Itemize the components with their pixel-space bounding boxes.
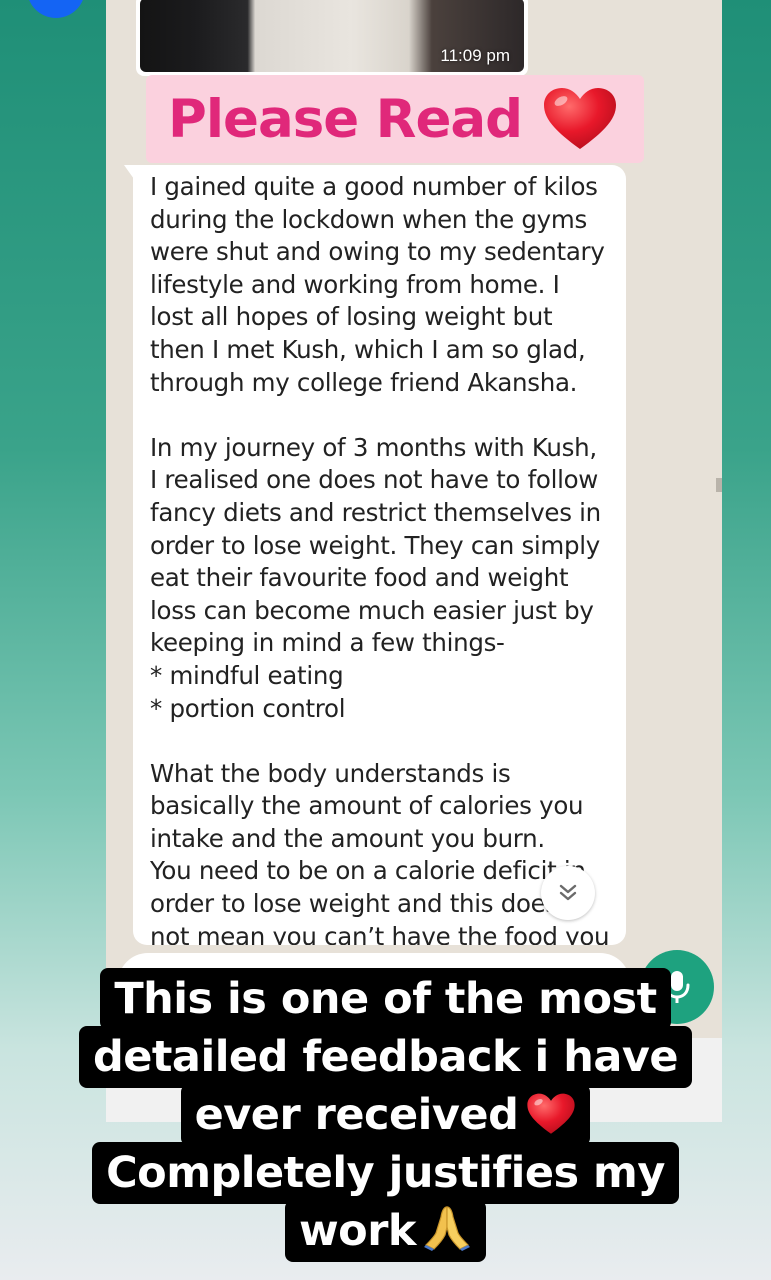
message-line: In my journey of 3 months with Kush, — [150, 432, 597, 462]
caption-line: Completely justifies my — [92, 1142, 679, 1204]
message-line: order to lose weight and this does — [150, 889, 558, 919]
red-heart-icon — [527, 1093, 576, 1134]
caption-line: ever received — [194, 1090, 519, 1140]
caption-line: This is one of the most — [100, 968, 671, 1030]
sticker-text: Please Read — [168, 88, 523, 150]
message-line: during the lockdown when the gyms — [150, 204, 587, 234]
paragraph-break — [150, 399, 608, 432]
double-chevron-down-icon — [559, 884, 577, 901]
photo-thumbnail[interactable]: 11:09 pm — [140, 0, 524, 72]
message-line: were shut and owing to my sedentary — [150, 237, 605, 267]
message-line: I gained quite a good number of kilos — [150, 172, 598, 201]
message-line: You need to be on a calorie deficit in — [150, 856, 586, 886]
message-line: eat their favourite food and weight — [150, 563, 569, 593]
message-line: * portion control — [150, 693, 346, 723]
story-caption: This is one of the most detailed feedbac… — [0, 968, 771, 1262]
feedback-message-bubble[interactable]: I gained quite a good number of kilos du… — [133, 165, 626, 945]
red-heart-icon — [544, 88, 617, 149]
message-line: What the body understands is — [150, 758, 511, 788]
message-line: lost all hopes of losing weight but — [150, 302, 553, 332]
message-line: lifestyle and working from home. I — [150, 269, 560, 299]
scrollbar-thumb[interactable] — [716, 478, 722, 492]
please-read-sticker: Please Read — [146, 75, 644, 163]
message-line: loss can become much easier just by — [150, 595, 594, 625]
message-line: not mean you can’t have the food you — [150, 921, 610, 945]
caption-line: work — [298, 1206, 417, 1256]
message-line: intake and the amount you burn. — [150, 823, 545, 853]
message-body: I gained quite a good number of kilos du… — [133, 165, 626, 945]
caption-line: detailed feedback i have — [78, 1026, 693, 1088]
message-timestamp: 11:09 pm — [440, 46, 510, 65]
message-line: basically the amount of calories you — [150, 791, 584, 821]
message-line: I realised one does not have to follow — [150, 465, 599, 495]
folded-hands-icon — [424, 1206, 471, 1251]
message-line: through my college friend Akansha. — [150, 367, 578, 397]
scroll-to-bottom-button[interactable] — [541, 866, 595, 920]
message-line: fancy diets and restrict themselves in — [150, 497, 601, 527]
caption-line-with-hands: work — [284, 1200, 487, 1262]
image-message-bubble[interactable]: 11:09 pm — [136, 0, 528, 76]
caption-line-with-heart: ever received — [180, 1084, 591, 1146]
paragraph-break — [150, 725, 608, 758]
message-line: * mindful eating — [150, 660, 344, 690]
message-line: keeping in mind a few things- — [150, 628, 505, 658]
story-avatar[interactable] — [27, 0, 85, 18]
message-line: then I met Kush, which I am so glad, — [150, 334, 586, 364]
message-line: order to lose weight. They can simply — [150, 530, 600, 560]
chat-screenshot: 11:09 pm Please Read I gained quite a go… — [106, 0, 722, 1122]
